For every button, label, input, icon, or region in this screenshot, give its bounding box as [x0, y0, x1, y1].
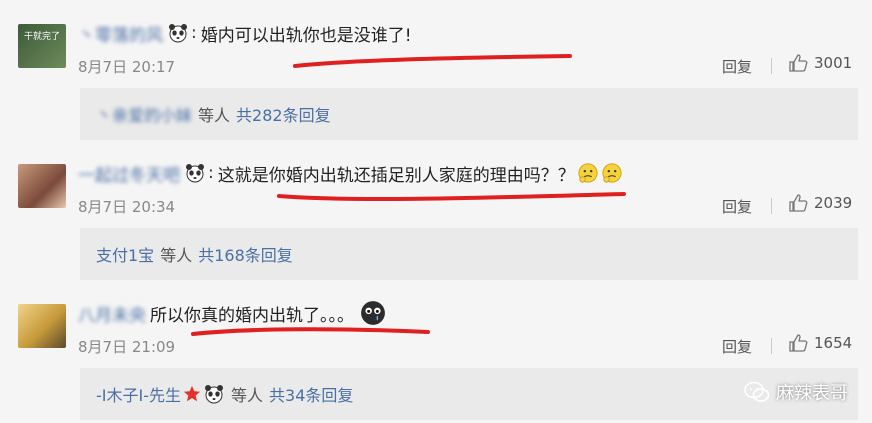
like-button[interactable]: 1654	[788, 333, 852, 353]
panda-emoji-icon	[169, 24, 187, 43]
username-link[interactable]: 一起过冬天吧	[78, 161, 180, 186]
like-count: 2039	[814, 194, 853, 212]
thinking-emoji-icon	[602, 163, 622, 183]
sub-username[interactable]: 支付1宝	[96, 242, 154, 266]
colon: :	[191, 23, 197, 43]
reply-button[interactable]: 回复	[722, 56, 752, 77]
comment-text: 这就是你婚内出轨还插足别人家庭的理由吗？？	[217, 165, 575, 186]
watermark: 麻辣表哥	[744, 379, 848, 405]
avatar[interactable]	[18, 164, 66, 208]
thinking-emoji-icon	[578, 163, 598, 183]
thumbs-up-icon	[789, 194, 808, 212]
divider	[771, 198, 772, 214]
panda-emoji-icon	[186, 164, 204, 183]
timestamp: 8月7日 21:09	[78, 338, 176, 356]
username-link[interactable]: 八月未央	[78, 301, 146, 326]
reply-button[interactable]: 回复	[722, 336, 752, 357]
sub-replies[interactable]: -I木子I-先生 等人 共34条回复	[80, 368, 858, 420]
reply-button[interactable]: 回复	[722, 196, 752, 217]
like-count: 1654	[814, 334, 853, 352]
comment-2: 一起过冬天吧 : 这就是你婚内出轨还插足别人家庭的理由吗？？ 8月7日 20:3…	[0, 140, 872, 280]
comment-3: 八月未央 所以你真的婚内出轨了。。。 8月7日 21:09 回复 1654 -I…	[0, 280, 872, 420]
watermark-text: 麻辣表哥	[776, 383, 848, 404]
sub-etc: 等人	[231, 386, 264, 405]
thumbs-up-icon	[789, 54, 808, 72]
sub-replies[interactable]: 支付1宝 等人 共168条回复	[80, 228, 858, 280]
comment-1: 干就完了 丶零落的风 : 婚内可以出轨你也是没谁了! 8月7日 20:17 回复…	[0, 0, 872, 140]
sub-etc: 等人	[160, 246, 193, 265]
divider	[771, 338, 772, 354]
sub-count-link[interactable]: 共168条回复	[198, 242, 293, 266]
red-underline	[277, 192, 626, 202]
red-underline	[293, 54, 572, 68]
thumbs-up-icon	[789, 334, 808, 352]
colon: :	[208, 163, 214, 183]
username-link[interactable]: 丶零落的风	[78, 21, 163, 46]
sub-count-link[interactable]: 共282条回复	[236, 102, 331, 126]
wechat-icon	[744, 381, 770, 402]
avatar-text: 干就完了	[23, 32, 60, 42]
like-button[interactable]: 2039	[788, 193, 852, 213]
comment-text: 婚内可以出轨你也是没谁了!	[200, 25, 412, 46]
sub-username[interactable]: 丶亲爱的小妹	[96, 102, 192, 126]
like-count: 3001	[814, 54, 853, 72]
sub-username[interactable]: -I木子I-先生	[96, 382, 181, 406]
timestamp: 8月7日 20:17	[78, 58, 176, 76]
divider	[771, 58, 772, 74]
avatar[interactable]: 干就完了	[18, 24, 66, 68]
avatar[interactable]	[18, 304, 66, 348]
comment-line: 丶零落的风 : 婚内可以出轨你也是没谁了!	[78, 20, 412, 46]
sub-replies[interactable]: 丶亲爱的小妹 等人 共282条回复	[80, 88, 858, 140]
like-button[interactable]: 3001	[788, 53, 852, 73]
sub-etc: 等人	[198, 106, 231, 125]
panda-emoji-icon	[205, 385, 223, 404]
red-star-icon	[183, 385, 201, 402]
sub-count-link[interactable]: 共34条回复	[269, 382, 353, 406]
comment-line: 一起过冬天吧 : 这就是你婚内出轨还插足别人家庭的理由吗？？	[78, 160, 623, 186]
timestamp: 8月7日 20:34	[78, 198, 176, 216]
red-underline	[191, 327, 430, 336]
